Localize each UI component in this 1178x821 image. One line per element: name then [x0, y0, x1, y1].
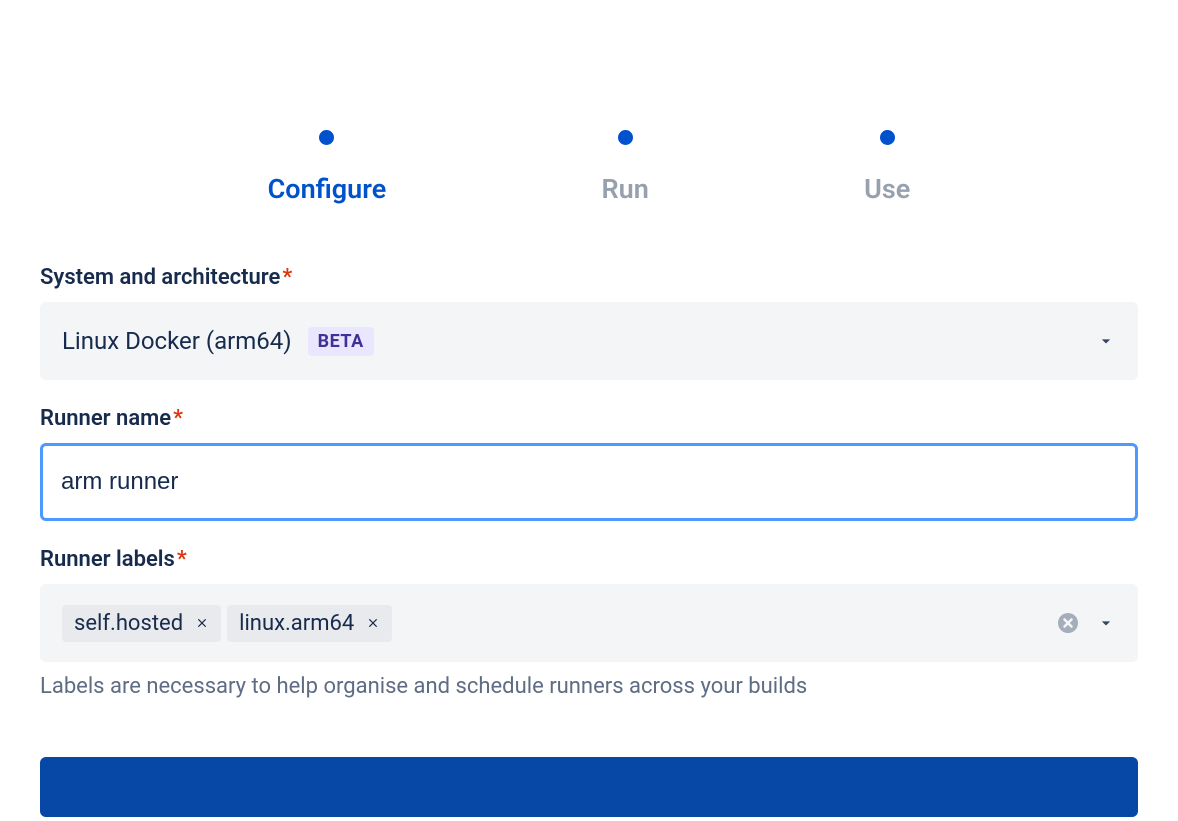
- step-dot-icon: [618, 130, 633, 145]
- close-icon: [195, 616, 209, 630]
- required-asterisk: *: [282, 265, 292, 290]
- clear-circle-icon: [1056, 611, 1080, 635]
- clear-all-button[interactable]: [1056, 611, 1080, 635]
- system-architecture-label: System and architecture*: [40, 265, 1138, 290]
- runner-name-field: Runner name*: [40, 406, 1138, 521]
- stepper: Configure Run Use: [40, 0, 1138, 265]
- tag-text: linux.arm64: [239, 611, 354, 636]
- tag-text: self.hosted: [74, 611, 183, 636]
- tag-remove-button[interactable]: [366, 616, 380, 630]
- runner-labels-select[interactable]: self.hosted linux.arm64: [40, 584, 1138, 662]
- select-value: Linux Docker (arm64): [62, 327, 292, 355]
- chevron-down-icon: [1096, 613, 1116, 633]
- step-run[interactable]: Run: [602, 130, 649, 205]
- system-architecture-select[interactable]: Linux Docker (arm64) BETA: [40, 302, 1138, 380]
- step-use[interactable]: Use: [864, 130, 910, 205]
- tag-remove-button[interactable]: [195, 616, 209, 630]
- step-label: Use: [864, 173, 910, 205]
- required-asterisk: *: [173, 406, 183, 431]
- step-dot-icon: [319, 130, 334, 145]
- close-icon: [366, 616, 380, 630]
- beta-badge: BETA: [308, 327, 374, 356]
- required-asterisk: *: [177, 547, 187, 572]
- labels-help-text: Labels are necessary to help organise an…: [40, 674, 1138, 699]
- step-configure[interactable]: Configure: [268, 130, 387, 205]
- runner-name-label: Runner name*: [40, 406, 1138, 431]
- runner-name-input[interactable]: [40, 443, 1138, 521]
- label-tag: self.hosted: [62, 605, 221, 642]
- step-label: Run: [602, 173, 649, 205]
- system-architecture-field: System and architecture* Linux Docker (a…: [40, 265, 1138, 380]
- step-label: Configure: [268, 173, 387, 205]
- step-dot-icon: [880, 130, 895, 145]
- runner-labels-label: Runner labels*: [40, 547, 1138, 572]
- runner-labels-field: Runner labels* self.hosted linux.arm64: [40, 547, 1138, 699]
- submit-button[interactable]: [40, 757, 1138, 817]
- label-tag: linux.arm64: [227, 605, 392, 642]
- chevron-down-icon: [1096, 331, 1116, 351]
